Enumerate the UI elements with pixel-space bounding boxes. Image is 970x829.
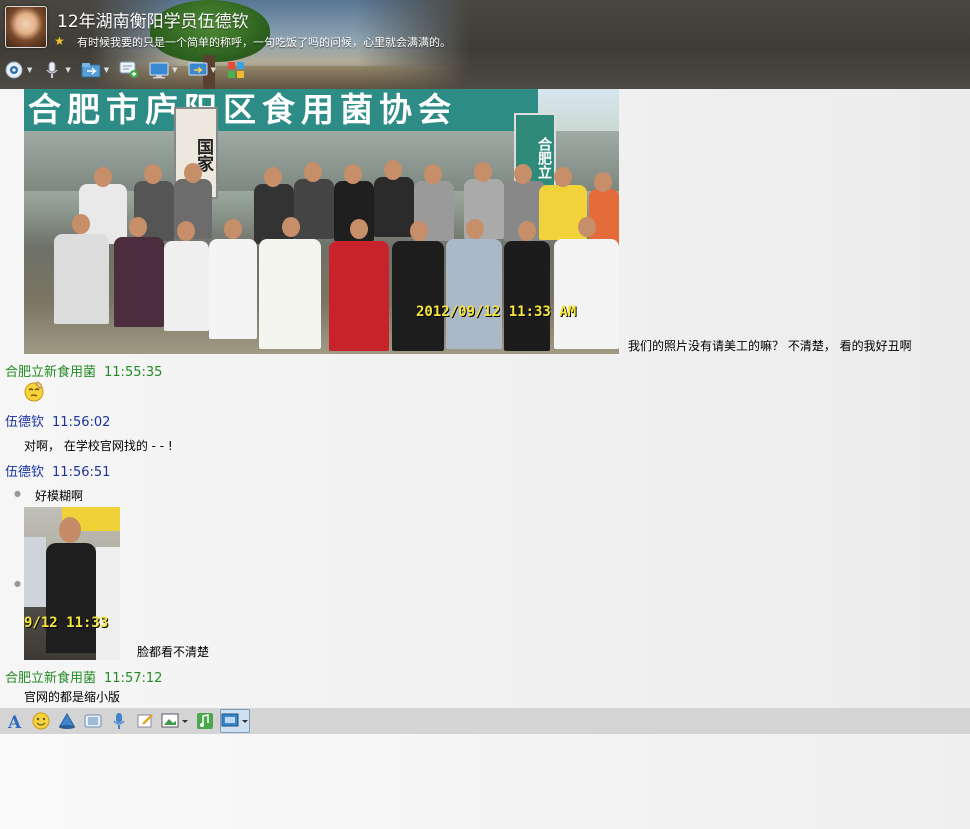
screenshot-icon[interactable] (220, 709, 250, 733)
send-image-icon[interactable] (160, 710, 190, 732)
sender-name[interactable]: 伍德钦 (5, 465, 44, 480)
bullet-dot-icon: ● (14, 579, 21, 588)
camera-icon (4, 61, 24, 79)
chevron-down-icon[interactable]: ▼ (211, 66, 216, 74)
share-screen-button[interactable]: ▼ (188, 61, 216, 79)
group-photo-image[interactable]: 合肥市庐阳区食用菌协会 国家 合肥立 2012/09/12 11:33 AM (24, 89, 619, 354)
create-discussion-button[interactable] (119, 61, 139, 79)
photo-crowd (34, 159, 619, 354)
apps-button[interactable] (226, 61, 246, 79)
message-time: 11:56:02 (52, 415, 111, 430)
message-header: 伍德钦 11:56:51 (5, 461, 110, 480)
music-icon[interactable] (194, 710, 216, 732)
contact-name[interactable]: 12年湖南衡阳学员伍德钦 (57, 7, 249, 32)
chat-header: 12年湖南衡阳学员伍德钦 ★ 有时候我要的只是一个简单的称呼，一句吃饭了吗的问候… (0, 0, 970, 89)
message-area[interactable]: 合肥市庐阳区食用菌协会 国家 合肥立 2012/09/12 11:33 AM 我… (0, 89, 970, 708)
send-file-button[interactable]: ▼ (81, 61, 109, 79)
photo-date-stamp: 9/12 11:33 (24, 615, 109, 631)
chevron-down-icon[interactable]: ▼ (104, 66, 109, 74)
bullet-dot-icon: ● (14, 489, 21, 498)
apps-icon (226, 61, 246, 79)
video-call-button[interactable]: ▼ (4, 61, 32, 79)
emoji-icon[interactable] (30, 710, 52, 732)
svg-text:A: A (7, 713, 22, 730)
remote-assist-button[interactable]: ▼ (149, 61, 178, 79)
magic-expression-icon[interactable] (82, 710, 104, 732)
message-time: 11:57:12 (104, 671, 163, 686)
remote-desktop-icon (149, 61, 169, 79)
font-icon[interactable]: A (4, 710, 26, 732)
sender-name[interactable]: 合肥立新食用菌 (5, 671, 96, 686)
message-header: 伍德钦 11:56:02 (5, 411, 110, 430)
chevron-down-icon[interactable]: ▼ (172, 66, 177, 74)
chevron-down-icon[interactable]: ▼ (65, 66, 70, 74)
photo-banner-text: 合肥市庐阳区食用菌协会 (24, 89, 538, 131)
message-text: 脸都看不清楚 (137, 645, 210, 659)
message-header: 合肥立新食用菌 11:55:35 (5, 361, 162, 380)
voice-message-icon[interactable] (108, 710, 130, 732)
create-discussion-icon (119, 61, 139, 79)
folder-transfer-icon (81, 61, 101, 79)
input-toolbar: A (0, 708, 970, 734)
message-input[interactable] (0, 734, 970, 829)
star-icon: ★ (54, 34, 65, 48)
sender-name[interactable]: 伍德钦 (5, 415, 44, 430)
message-text: 对啊， 在学校官网找的 - - ! (24, 439, 173, 453)
avatar[interactable] (5, 6, 47, 48)
message-text: 我们的照片没有请美工的嘛？ 不清楚， 看的我好丑啊 (628, 339, 912, 353)
message-text: 好模糊啊 (35, 489, 84, 503)
chevron-down-icon[interactable]: ▼ (27, 66, 32, 74)
shake-window-icon[interactable] (56, 710, 78, 732)
sender-name[interactable]: 合肥立新食用菌 (5, 365, 96, 380)
message-header: 合肥立新食用菌 11:57:12 (5, 667, 162, 686)
message-time: 11:56:51 (52, 465, 111, 480)
emoji-scratch-head-icon[interactable] (23, 380, 45, 402)
contact-signature: 有时候我要的只是一个简单的称呼，一句吃饭了吗的问候，心里就会满满的。 (77, 36, 451, 49)
cropped-photo-image[interactable]: 9/12 11:33 (24, 507, 120, 660)
voice-call-button[interactable]: ▼ (42, 61, 71, 79)
share-screen-icon (188, 61, 208, 79)
doodle-icon[interactable] (134, 710, 156, 732)
message-text: 官网的都是缩小版 (24, 690, 121, 704)
message-time: 11:55:35 (104, 365, 163, 380)
microphone-icon (42, 61, 62, 79)
photo-date-stamp: 2012/09/12 11:33 AM (416, 304, 577, 320)
chat-toolbar: ▼ ▼ ▼ ▼ ▼ (4, 58, 256, 82)
